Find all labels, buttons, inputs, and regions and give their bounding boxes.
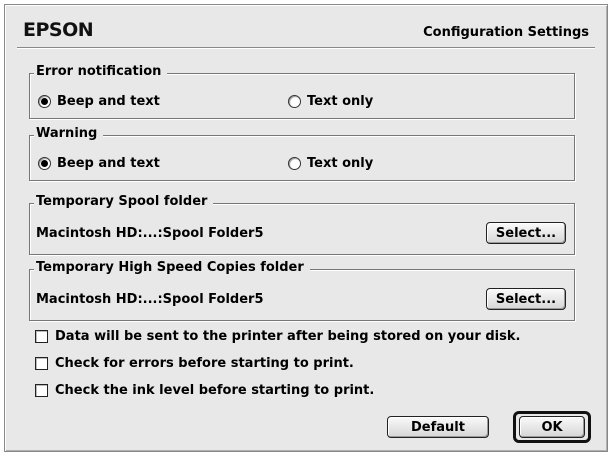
copies-folder-path: Macintosh HD:...:Spool Folder5 xyxy=(36,292,264,307)
epson-logo: EPSON xyxy=(23,19,94,41)
radio-label: Text only xyxy=(307,156,374,171)
spool-folder-legend: Temporary Spool folder xyxy=(34,194,214,209)
copies-folder-select-button[interactable]: Select... xyxy=(486,288,566,310)
spool-folder-select-button[interactable]: Select... xyxy=(486,222,566,244)
checkbox-icon xyxy=(35,384,48,397)
configuration-dialog: EPSON Configuration Settings Error notif… xyxy=(4,4,608,452)
default-button[interactable]: Default xyxy=(387,416,489,438)
radio-selected-icon xyxy=(38,157,51,170)
error-notification-legend: Error notification xyxy=(34,64,168,79)
check-ink-level-checkbox[interactable]: Check the ink level before starting to p… xyxy=(35,383,374,398)
spool-folder-group: Temporary Spool folder Macintosh HD:...:… xyxy=(29,194,575,255)
radio-label: Beep and text xyxy=(57,94,160,109)
warning-legend: Warning xyxy=(34,126,104,141)
copies-folder-legend: Temporary High Speed Copies folder xyxy=(34,260,310,275)
spool-folder-path: Macintosh HD:...:Spool Folder5 xyxy=(36,226,264,241)
error-beep-and-text-radio[interactable]: Beep and text xyxy=(38,94,160,109)
warning-beep-and-text-radio[interactable]: Beep and text xyxy=(38,156,160,171)
radio-unselected-icon xyxy=(288,157,301,170)
store-on-disk-checkbox[interactable]: Data will be sent to the printer after b… xyxy=(35,329,520,344)
error-text-only-radio[interactable]: Text only xyxy=(288,94,373,109)
radio-label: Text only xyxy=(307,94,374,109)
checkbox-label: Check for errors before starting to prin… xyxy=(55,356,354,371)
radio-selected-icon xyxy=(38,95,51,108)
radio-label: Beep and text xyxy=(57,156,160,171)
warning-group: Warning Beep and text Text only xyxy=(29,126,575,181)
checkbox-label: Check the ink level before starting to p… xyxy=(55,383,375,398)
checkbox-label: Data will be sent to the printer after b… xyxy=(55,329,521,344)
ok-button[interactable]: OK xyxy=(519,416,585,438)
error-notification-group: Error notification Beep and text Text on… xyxy=(29,64,575,119)
warning-text-only-radio[interactable]: Text only xyxy=(288,156,373,171)
check-errors-checkbox[interactable]: Check for errors before starting to prin… xyxy=(35,356,354,371)
radio-unselected-icon xyxy=(288,95,301,108)
checkbox-icon xyxy=(35,357,48,370)
dialog-title: Configuration Settings xyxy=(423,25,589,40)
copies-folder-group: Temporary High Speed Copies folder Macin… xyxy=(29,260,575,321)
checkbox-icon xyxy=(35,330,48,343)
title-divider xyxy=(17,47,595,49)
